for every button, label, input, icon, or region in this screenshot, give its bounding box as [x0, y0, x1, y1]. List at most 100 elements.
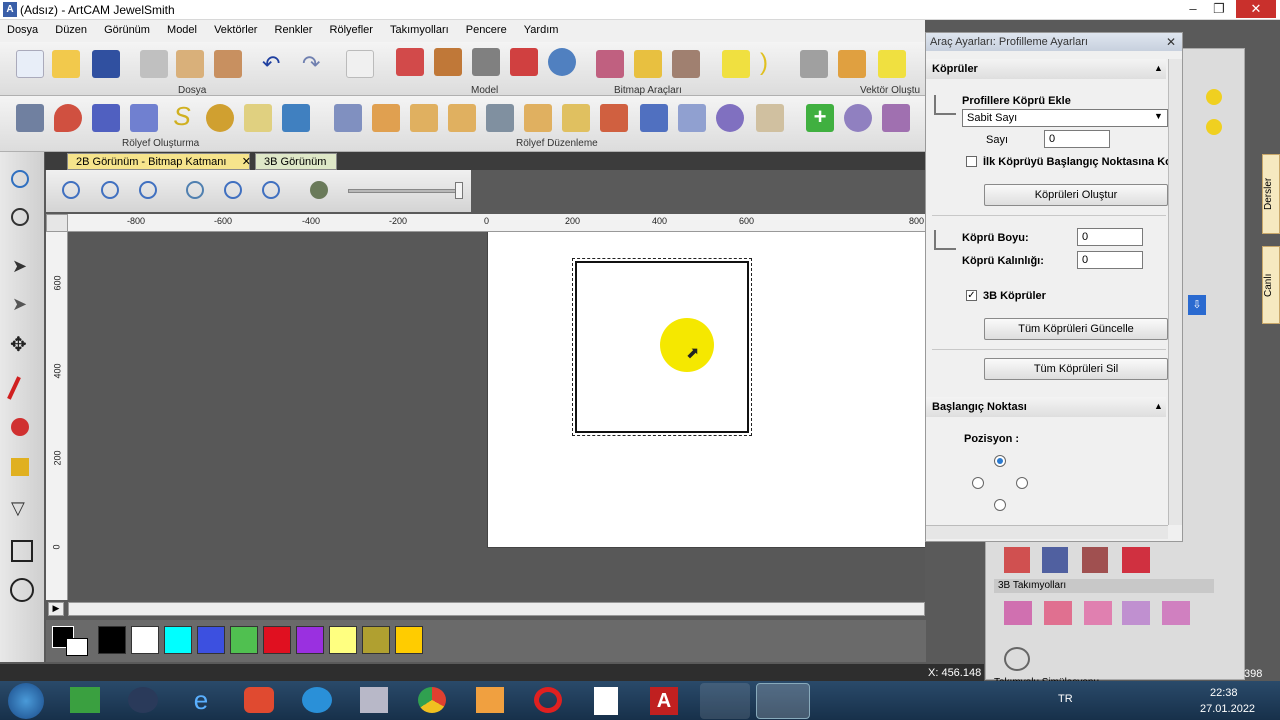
steam-icon[interactable]	[128, 687, 158, 713]
zoom-page-icon[interactable]	[224, 181, 242, 199]
chevron-down-icon[interactable]: ▼	[1154, 111, 1163, 121]
chrome-active-icon[interactable]	[700, 683, 750, 719]
open-folder-icon[interactable]	[52, 50, 80, 78]
panel-close-icon[interactable]: ✕	[1166, 35, 1176, 49]
toolpath-3d-3-icon[interactable]	[1084, 601, 1112, 625]
relief-s-icon[interactable]: S	[168, 102, 196, 130]
edit-relief-7-icon[interactable]	[562, 104, 590, 132]
panel-horizontal-scrollbar[interactable]	[926, 525, 1168, 539]
toolpath-profile-icon[interactable]	[1004, 547, 1030, 573]
edit-icon[interactable]	[346, 50, 374, 78]
zoom-previous-icon[interactable]	[139, 181, 157, 199]
vector-star-icon[interactable]	[722, 50, 750, 78]
bridges-3d-checkbox[interactable]: ✓	[966, 290, 977, 301]
edit-relief-5-icon[interactable]	[486, 104, 514, 132]
copy-icon[interactable]	[176, 50, 204, 78]
color-swatch[interactable]	[164, 626, 192, 654]
color-swatch[interactable]	[296, 626, 324, 654]
zoom-extents-icon[interactable]	[186, 181, 204, 199]
select-arrow-icon[interactable]: ➤	[12, 256, 27, 277]
delete-all-bridges-button[interactable]: Tüm Köprüleri Sil	[984, 358, 1168, 380]
menu-vektorler[interactable]: Vektörler	[207, 20, 264, 36]
artcam-active-icon[interactable]	[756, 683, 810, 719]
toolpath-3d-5-icon[interactable]	[1162, 601, 1190, 625]
toolpath-3d-4-icon[interactable]	[1122, 601, 1150, 625]
zoom-in-icon[interactable]	[62, 181, 80, 199]
vector-cross-icon[interactable]	[800, 50, 828, 78]
toolpath-pocket-icon[interactable]	[1082, 547, 1108, 573]
color-swatch[interactable]	[329, 626, 357, 654]
opacity-slider-handle[interactable]	[455, 182, 463, 199]
bulb-icon[interactable]	[1206, 119, 1222, 135]
section-start-point[interactable]: Başlangıç Noktası	[932, 401, 1027, 413]
vector-tool-5-icon[interactable]	[878, 50, 906, 78]
fill-icon[interactable]	[11, 458, 29, 476]
relief-tool-2-icon[interactable]	[54, 104, 82, 132]
model-gray-icon[interactable]	[472, 48, 500, 76]
taskbar-app-1-icon[interactable]	[70, 687, 100, 713]
first-bridge-checkbox[interactable]	[966, 156, 977, 167]
paste-icon[interactable]	[214, 50, 242, 78]
close-button[interactable]: ✕	[1236, 0, 1276, 18]
create-bridges-button[interactable]: Köprüleri Oluştur	[984, 184, 1168, 206]
color-swatch[interactable]	[197, 626, 225, 654]
panel-vertical-scrollbar[interactable]	[1168, 59, 1182, 525]
move-icon[interactable]: ✥	[10, 332, 27, 357]
relief-knot-icon[interactable]	[206, 104, 234, 132]
app-red-icon[interactable]	[244, 687, 274, 713]
ie-icon[interactable]: e	[186, 687, 216, 713]
menu-yardim[interactable]: Yardım	[517, 20, 566, 36]
position-left-radio[interactable]	[972, 477, 984, 489]
position-top-radio[interactable]	[994, 455, 1006, 467]
bridge-length-input[interactable]: 0	[1077, 228, 1143, 246]
toolpath-3d-1-icon[interactable]	[1004, 601, 1032, 625]
start-button-icon[interactable]	[8, 683, 44, 719]
menu-rolyefler[interactable]: Rölyefler	[323, 20, 380, 36]
bridge-thickness-input[interactable]: 0	[1077, 251, 1143, 269]
simulation-magnifier-icon[interactable]	[1004, 647, 1030, 671]
autocad-icon[interactable]: A	[650, 687, 678, 715]
toolpath-3d-2-icon[interactable]	[1044, 601, 1072, 625]
vector-arc-icon[interactable]: )	[760, 50, 788, 78]
tab-2d-view[interactable]: 2B Görünüm - Bitmap Katmanı ✕	[67, 153, 251, 170]
edit-relief-10-icon[interactable]	[678, 104, 706, 132]
model-red-icon[interactable]	[510, 48, 538, 76]
menu-takimyollari[interactable]: Takımyolları	[383, 20, 456, 36]
menu-renkler[interactable]: Renkler	[268, 20, 320, 36]
zoom-out-icon[interactable]	[101, 181, 119, 199]
scroll-toggle-icon[interactable]: ▶	[48, 602, 64, 616]
arrow-down-icon[interactable]: ⇩	[1188, 295, 1206, 315]
horizontal-scrollbar[interactable]	[68, 602, 925, 616]
vector-tool-4-icon[interactable]	[838, 50, 866, 78]
position-bottom-radio[interactable]	[994, 499, 1006, 511]
edit-relief-4-icon[interactable]	[448, 104, 476, 132]
new-file-icon[interactable]	[16, 50, 44, 78]
bulb-icon[interactable]	[1206, 89, 1222, 105]
clock-date[interactable]: 27.01.2022	[1200, 703, 1255, 715]
position-right-radio[interactable]	[1016, 477, 1028, 489]
bridge-mode-select[interactable]: Sabit Sayı	[962, 109, 1168, 127]
color-swatch[interactable]	[263, 626, 291, 654]
clock-time[interactable]: 22:38	[1210, 687, 1238, 699]
model-sphere-icon[interactable]	[548, 48, 576, 76]
edit-relief-1-icon[interactable]	[334, 104, 362, 132]
language-indicator[interactable]: TR	[1058, 693, 1073, 705]
edit-relief-12-icon[interactable]	[756, 104, 784, 132]
undo-icon[interactable]: ↶	[262, 52, 290, 80]
rectangle-icon[interactable]	[11, 540, 33, 562]
edit-relief-8-icon[interactable]	[600, 104, 628, 132]
render-icon[interactable]	[310, 181, 328, 199]
color-swatch[interactable]	[98, 626, 126, 654]
model-bear-icon[interactable]	[434, 48, 462, 76]
toolpaths-3d-header[interactable]: 3B Takımyolları	[994, 579, 1214, 593]
redo-icon[interactable]: ↷	[302, 52, 330, 80]
globe-icon[interactable]	[11, 208, 29, 226]
edit-relief-11-icon[interactable]	[716, 104, 744, 132]
collapse-icon[interactable]: ▲	[1154, 401, 1163, 411]
relief-tool-4-icon[interactable]	[130, 104, 158, 132]
tab-canli[interactable]: Canlı	[1262, 246, 1280, 324]
edit-relief-3-icon[interactable]	[410, 104, 438, 132]
vector-edit-icon[interactable]: ▽	[11, 498, 25, 519]
relief-tool-8-icon[interactable]	[282, 104, 310, 132]
restore-button[interactable]: ❐	[1206, 0, 1232, 18]
